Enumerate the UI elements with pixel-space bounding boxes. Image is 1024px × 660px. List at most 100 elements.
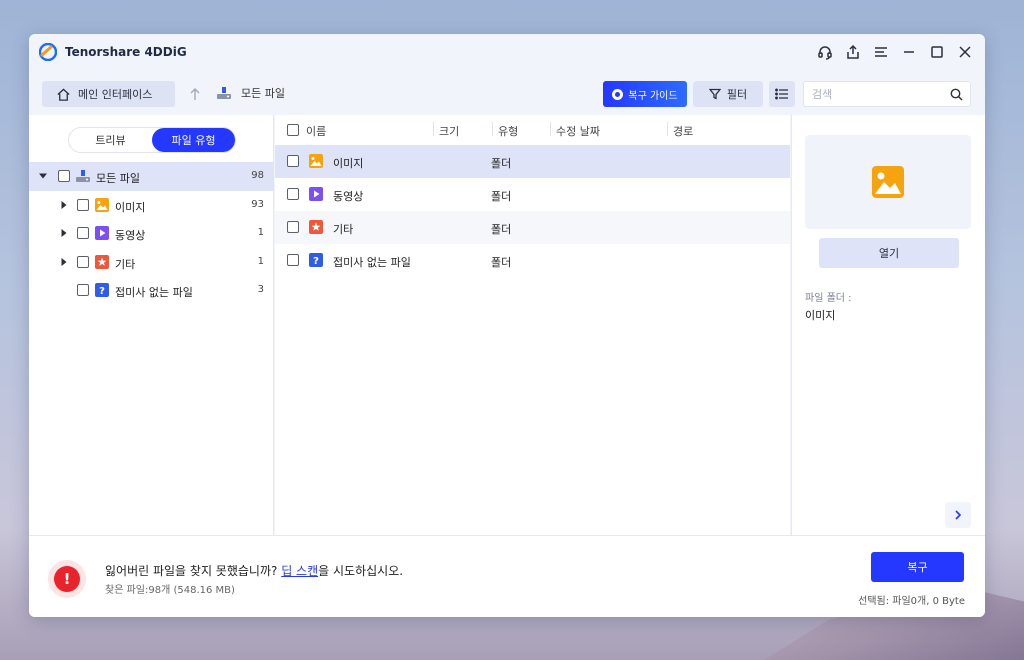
column-modified[interactable]: 수정 날짜 [556,123,600,139]
column-name[interactable]: 이름 [306,123,326,139]
checkbox[interactable] [287,221,299,233]
status-bar: ! 잃어버린 파일을 찾지 못했습니까? 딥 스캔을 시도하십시오. 찾은 파일… [29,535,985,617]
recovery-guide-label: 복구 가이드 [628,90,678,102]
file-type-tree: 모든 파일 98 이미지 93 동영상 1 기타 1 ? 접미사 없는 파일 3 [29,162,274,305]
close-icon [959,46,971,58]
question-icon: ? [309,253,323,267]
main-interface-button[interactable]: 메인 인터페이스 [42,81,175,107]
checkbox[interactable] [287,155,299,167]
row-name: 이미지 [333,157,364,170]
star-icon [95,254,109,269]
app-window: Tenorshare 4DDiG 메인 인터페이스 모든 파일 복구 가이드 필… [29,34,985,617]
tree-item-all-files[interactable]: 모든 파일 98 [29,162,274,191]
column-divider [433,122,434,136]
caret-right-icon[interactable] [60,229,68,237]
main-interface-label: 메인 인터페이스 [78,88,153,101]
file-folder-value: 이미지 [805,309,836,322]
preview-thumbnail [805,135,971,229]
maximize-button[interactable] [927,42,947,62]
home-icon [57,87,70,101]
menu-button[interactable] [871,42,891,62]
tab-file-type[interactable]: 파일 유형 [152,128,235,152]
tree-item-no-extension[interactable]: ? 접미사 없는 파일 3 [29,276,274,305]
caret-right-icon[interactable] [60,257,68,266]
filter-label: 필터 [726,88,748,101]
preview-panel: 열기 파일 폴더 : 이미지 [791,115,985,535]
drive-icon [76,170,90,182]
search-box [803,81,971,107]
open-button[interactable]: 열기 [819,238,959,268]
column-size[interactable]: 크기 [439,123,459,139]
guide-icon [612,88,624,100]
share-icon [847,44,859,59]
recovery-guide-button[interactable]: 복구 가이드 [603,81,687,107]
warning-icon: ! [48,560,86,598]
tree-item-count: 93 [251,198,264,210]
checkbox[interactable] [77,255,89,268]
select-all-checkbox[interactable] [287,124,299,136]
checkbox[interactable] [77,227,89,239]
row-type: 폴더 [491,223,512,236]
selection-summary: 선택됨: 파일0개, 0 Byte [858,596,965,607]
message-prefix: 잃어버린 파일을 찾지 못했습니까? [105,564,282,578]
tree-item-videos[interactable]: 동영상 1 [29,219,274,248]
image-icon [872,166,904,198]
checkbox[interactable] [77,198,89,211]
video-icon [95,226,109,240]
checkbox[interactable] [287,254,299,266]
close-button[interactable] [955,42,975,62]
row-name: 기타 [333,223,354,236]
table-row[interactable]: ? 접미사 없는 파일 폴더 [275,244,790,277]
breadcrumb: 모든 파일 [215,84,285,102]
row-name: 접미사 없는 파일 [333,256,411,269]
filter-button[interactable]: 필터 [693,81,763,107]
chevron-right-icon [955,510,962,520]
caret-right-icon[interactable] [60,200,68,209]
tab-tree-view[interactable]: 트리뷰 [69,128,152,152]
tree-item-label: 모든 파일 [96,172,140,185]
minimize-icon [904,51,914,53]
tree-item-other[interactable]: 기타 1 [29,248,274,277]
column-type[interactable]: 유형 [498,123,518,139]
deep-scan-message: 잃어버린 파일을 찾지 못했습니까? 딥 스캔을 시도하십시오. [105,562,403,579]
support-headset-button[interactable] [815,42,835,62]
tree-item-count: 98 [251,170,264,181]
tree-item-label: 기타 [115,257,136,271]
search-icon[interactable] [950,88,963,101]
view-toggle: 트리뷰 파일 유형 [68,127,236,153]
file-folder-label: 파일 폴더 : [805,293,852,304]
row-name: 동영상 [333,190,364,203]
row-type: 폴더 [491,157,512,170]
column-path[interactable]: 경로 [673,123,693,139]
row-type: 폴더 [491,256,512,269]
app-logo-icon [39,43,57,61]
recover-button[interactable]: 복구 [871,552,964,582]
window-controls [815,42,975,62]
message-suffix: 을 시도하십시오. [318,564,404,578]
minimize-button[interactable] [899,42,919,62]
checkbox[interactable] [287,188,299,200]
column-divider [550,122,551,136]
table-row[interactable]: 이미지 폴더 [275,145,790,178]
up-arrow-icon[interactable] [187,86,203,102]
share-button[interactable] [843,42,863,62]
found-files-count: 찾은 파일:98개 (548.16 MB) [105,585,235,596]
filter-icon [708,88,721,100]
table-row[interactable]: 기타 폴더 [275,211,790,244]
tree-item-images[interactable]: 이미지 93 [29,191,274,220]
table-header: 이름 크기 유형 수정 날짜 경로 [275,115,790,145]
checkbox[interactable] [77,284,89,296]
list-view-button[interactable] [769,81,795,107]
checkbox[interactable] [58,170,70,182]
tree-item-label: 접미사 없는 파일 [115,286,193,299]
drive-icon [217,87,231,99]
svg-text:?: ? [313,256,319,267]
deep-scan-link[interactable]: 딥 스캔 [281,564,318,578]
app-title: Tenorshare 4DDiG [65,45,187,59]
search-input[interactable] [804,82,934,106]
tree-item-count: 1 [257,255,264,267]
next-button[interactable] [945,502,971,528]
table-row[interactable]: 동영상 폴더 [275,178,790,211]
file-list: 이름 크기 유형 수정 날짜 경로 이미지 폴더 동영상 폴더 기타 폴더 ? … [275,115,790,535]
caret-down-icon[interactable] [39,172,47,180]
